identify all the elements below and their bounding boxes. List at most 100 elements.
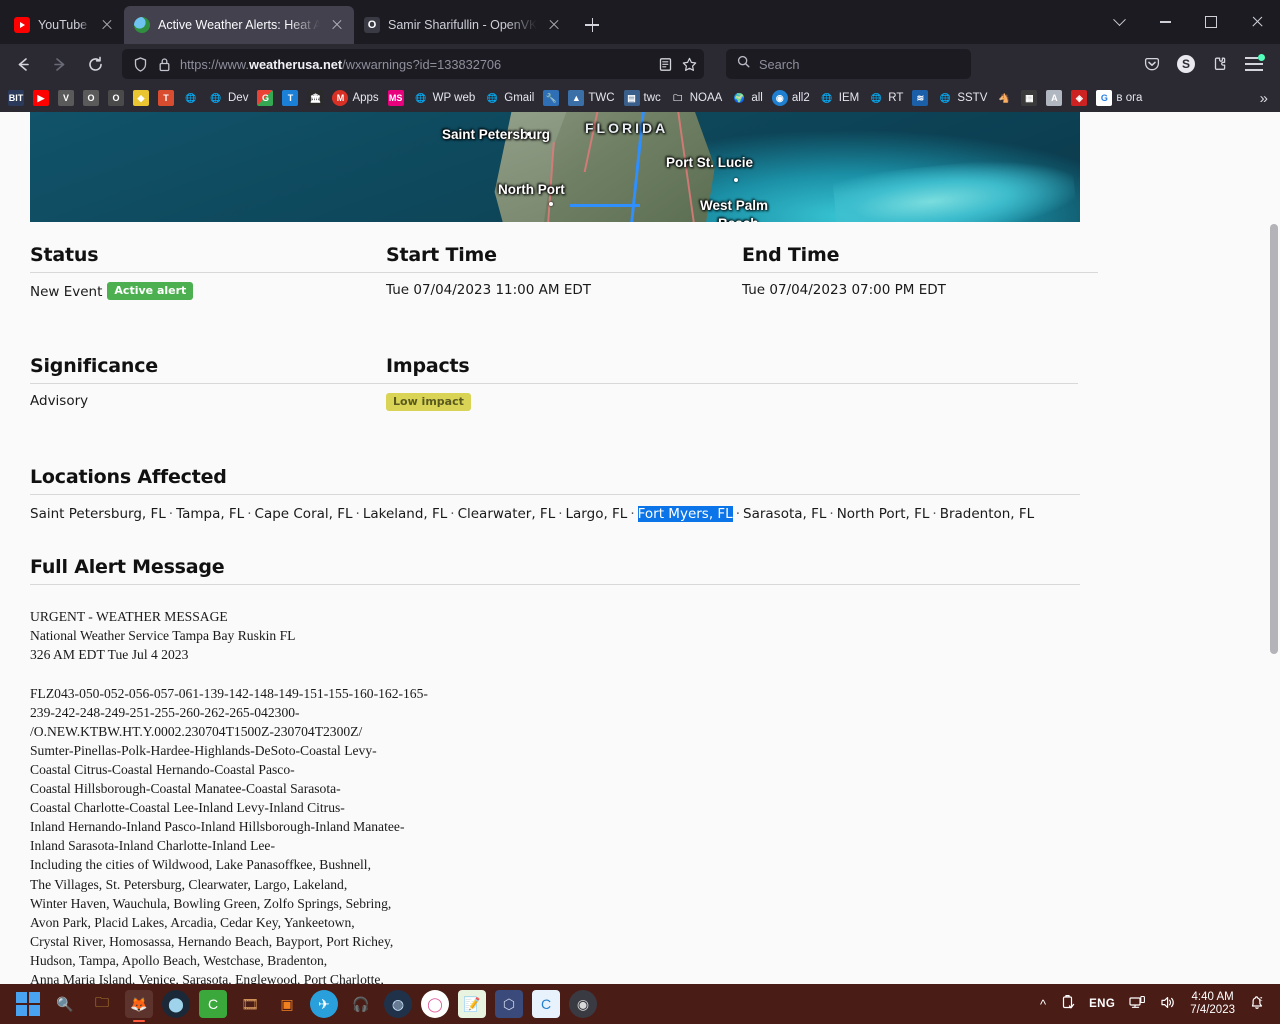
notepad-icon[interactable]: 📝: [458, 990, 486, 1018]
bookmark-item-29[interactable]: ◈: [1067, 87, 1091, 109]
forward-icon[interactable]: [42, 48, 76, 80]
taskbar: 🔍 🗀 🦊 ⬤ C 🎞 ▣ ✈ 🎧 ◍ ◯ 📝 ⬡ C ◉ ^ ENG 4:40 AM 7/4/2023 z: [0, 984, 1280, 1024]
reload-icon[interactable]: [78, 48, 112, 80]
bookmark-item-2[interactable]: V: [54, 87, 78, 109]
notifications-bell-icon[interactable]: z: [1248, 994, 1266, 1014]
bookmark-item-13[interactable]: MS: [384, 87, 408, 109]
bookmark-star-icon[interactable]: [681, 56, 698, 73]
bookmark-item-5[interactable]: ◆: [129, 87, 153, 109]
bookmark-item-16[interactable]: 🔧: [539, 87, 563, 109]
extensions-icon[interactable]: [1204, 48, 1236, 80]
new-tab-button[interactable]: [577, 10, 607, 40]
account-avatar[interactable]: S: [1170, 48, 1202, 80]
close-icon[interactable]: [328, 16, 346, 34]
location-item[interactable]: Fort Myers, FL: [637, 506, 733, 522]
taskbar-apps: 🔍 🗀 🦊 ⬤ C 🎞 ▣ ✈ 🎧 ◍ ◯ 📝 ⬡ C ◉: [6, 990, 597, 1022]
bookmark-item-9[interactable]: G: [253, 87, 277, 109]
network-icon[interactable]: [1128, 994, 1146, 1014]
location-item[interactable]: Sarasota, FL: [743, 506, 826, 522]
bookmark-item-6[interactable]: T: [154, 87, 178, 109]
blue-c-icon[interactable]: C: [532, 990, 560, 1018]
close-icon[interactable]: [98, 16, 116, 34]
location-item[interactable]: Bradenton, FL: [940, 506, 1035, 522]
film-icon[interactable]: 🎞: [236, 990, 264, 1018]
close-icon[interactable]: [545, 16, 563, 34]
bookmark-item-4[interactable]: O: [104, 87, 128, 109]
bookmark-item-7[interactable]: 🌐: [179, 87, 203, 109]
address-bar[interactable]: https://www.weatherusa.net/wxwarnings?id…: [122, 49, 704, 79]
status-value: New Event Active alert: [30, 282, 386, 300]
steam-icon[interactable]: ⬤: [162, 990, 190, 1018]
bookmark-item-iem[interactable]: 🌐 IEM: [815, 87, 863, 109]
bookmark-item-all2[interactable]: ◉ all2: [768, 87, 814, 109]
tab-youtube[interactable]: YouTube: [4, 6, 124, 44]
bookmark-item-apps[interactable]: M Apps: [328, 87, 382, 109]
location-item[interactable]: Saint Petersburg, FL: [30, 506, 166, 522]
location-item[interactable]: Cape Coral, FL: [255, 506, 353, 522]
green-c-icon[interactable]: C: [199, 990, 227, 1018]
bookmark-item-10[interactable]: T: [278, 87, 302, 109]
scrollbar-thumb[interactable]: [1270, 224, 1278, 654]
pink-circle-icon[interactable]: ◯: [421, 990, 449, 1018]
bookmark-item-wp-web[interactable]: 🌐 WP web: [409, 87, 480, 109]
bookmark-item-11[interactable]: 🏛: [303, 87, 327, 109]
alert-map[interactable]: FLORIDA Saint Petersburg North Port Port…: [30, 112, 1080, 222]
network-globe-icon[interactable]: ◍: [384, 990, 412, 1018]
back-icon[interactable]: [6, 48, 40, 80]
maximize-button[interactable]: [1188, 0, 1234, 44]
bookmark-item-dev[interactable]: 🌐 Dev: [204, 87, 252, 109]
tab-strip: YouTube Active Weather Alerts: Heat Adv …: [0, 0, 1280, 44]
close-window-button[interactable]: [1234, 0, 1280, 44]
bookmark-item-all[interactable]: 🌍 all: [727, 87, 767, 109]
location-item[interactable]: Largo, FL: [566, 506, 628, 522]
bookmark-item-1[interactable]: ▶: [29, 87, 53, 109]
location-item[interactable]: North Port, FL: [837, 506, 930, 522]
bookmark-item-sstv[interactable]: 🌐 SSTV: [933, 87, 991, 109]
headphone-icon[interactable]: 🎧: [347, 990, 375, 1018]
shield-icon[interactable]: [132, 56, 149, 73]
vmware-icon[interactable]: ▣: [273, 990, 301, 1018]
location-item[interactable]: Clearwater, FL: [458, 506, 556, 522]
bookmark-item-noaa[interactable]: 🗀 NOAA: [666, 87, 727, 109]
clock[interactable]: 4:40 AM 7/4/2023: [1190, 991, 1235, 1018]
calculator-icon: ▦: [1021, 90, 1038, 106]
bookmark-item-twc[interactable]: ▤ twc: [620, 87, 665, 109]
box-icon[interactable]: ⬡: [495, 990, 523, 1018]
volume-icon[interactable]: [1159, 994, 1177, 1014]
lock-icon[interactable]: [156, 56, 173, 73]
location-item[interactable]: Lakeland, FL: [363, 506, 447, 522]
obs-icon[interactable]: ◉: [569, 990, 597, 1018]
windows-logo-icon[interactable]: [14, 990, 42, 1018]
app-menu-icon[interactable]: [1238, 48, 1270, 80]
tab-openvk[interactable]: O Samir Sharifullin - OpenVK: [354, 6, 571, 44]
o-icon: O: [83, 90, 99, 106]
language-indicator[interactable]: ENG: [1089, 998, 1115, 1010]
list-all-tabs-icon[interactable]: [1096, 0, 1142, 44]
search-bar[interactable]: Search: [726, 49, 971, 79]
folder-icon[interactable]: 🗀: [88, 990, 116, 1018]
minimize-button[interactable]: [1142, 0, 1188, 44]
bookmark-item-0[interactable]: BIT: [4, 87, 28, 109]
bookmark-item-в-ога[interactable]: Gв ога: [1092, 87, 1146, 109]
bookmark-item-27[interactable]: ▦: [1017, 87, 1041, 109]
bookmarks-overflow-icon[interactable]: »: [1252, 90, 1276, 107]
reader-view-icon[interactable]: [657, 56, 674, 73]
bookmark-item-28[interactable]: A: [1042, 87, 1066, 109]
bookmark-item-gmail[interactable]: 🌐 Gmail: [480, 87, 538, 109]
bookmark-item-twc[interactable]: ▲ TWC: [564, 87, 618, 109]
tray-chevron-up-icon[interactable]: ^: [1040, 997, 1046, 1012]
bookmark-item-24[interactable]: ≋: [908, 87, 932, 109]
tab-active-weather-alerts[interactable]: Active Weather Alerts: Heat Adv: [124, 6, 354, 44]
bookmark-item-26[interactable]: 🐴: [992, 87, 1016, 109]
page-scrollbar[interactable]: [1268, 112, 1280, 984]
pocket-icon[interactable]: [1136, 48, 1168, 80]
location-item[interactable]: Tampa, FL: [176, 506, 244, 522]
usb-icon[interactable]: [1059, 994, 1076, 1014]
globe-icon: 🌐: [210, 92, 222, 103]
bookmark-item-rt[interactable]: 🌐 RT: [864, 87, 907, 109]
firefox-icon[interactable]: 🦊: [125, 990, 153, 1022]
bookmark-item-3[interactable]: O: [79, 87, 103, 109]
telegram-icon[interactable]: ✈: [310, 990, 338, 1018]
search-icon[interactable]: 🔍: [51, 990, 79, 1018]
url-text[interactable]: https://www.weatherusa.net/wxwarnings?id…: [180, 57, 650, 72]
